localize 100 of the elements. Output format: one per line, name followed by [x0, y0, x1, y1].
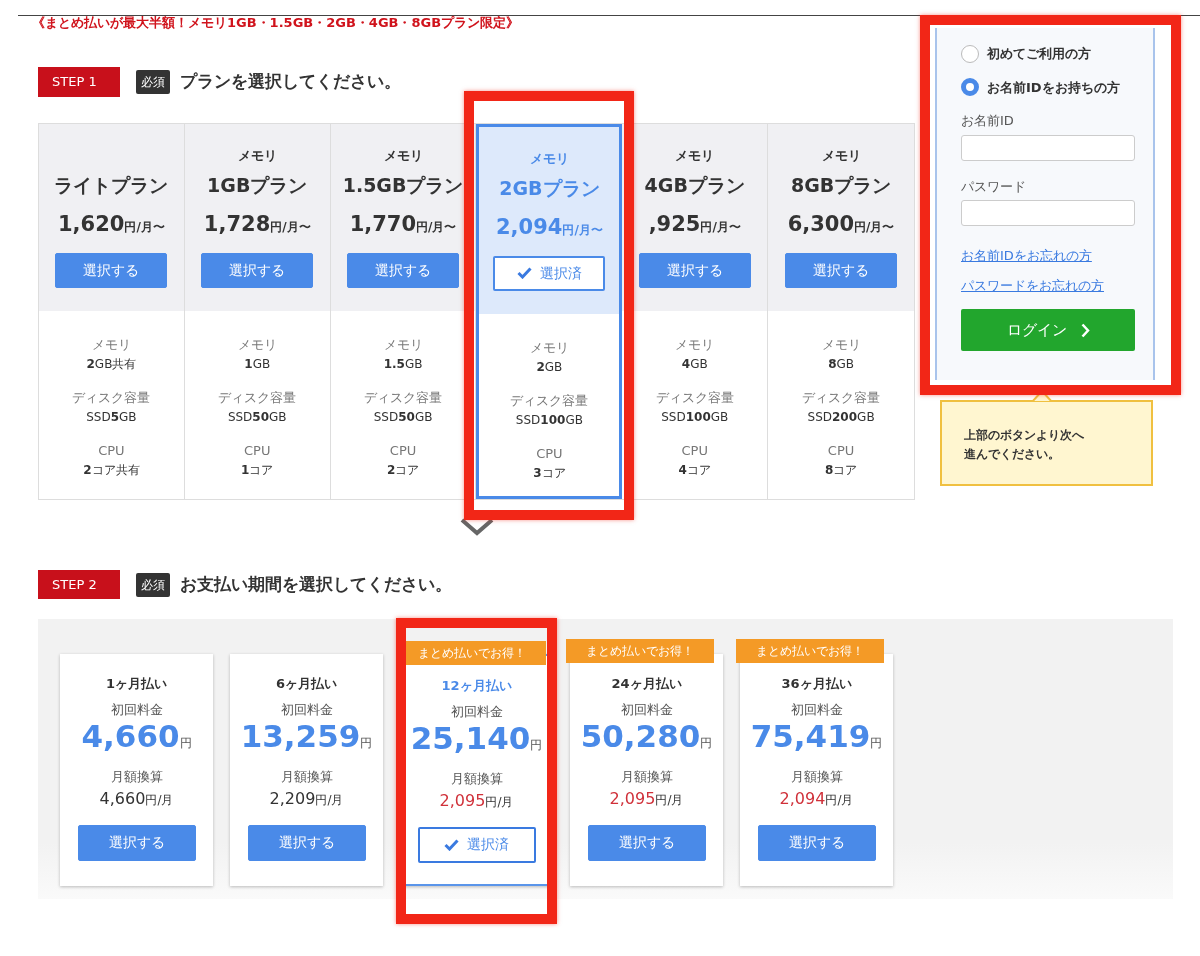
plan-name: 4GBプラン — [643, 172, 746, 198]
spec-label: メモリ — [236, 335, 278, 354]
hint-text: 進んでください。 — [964, 446, 1061, 464]
spec-label: メモリ — [528, 338, 570, 357]
discount-tag: まとめ払いでお得！ — [736, 639, 884, 664]
price-label: 月額換算 — [789, 768, 844, 787]
monthly-price: 2,095円/月 — [438, 789, 515, 812]
spec-value: 4コア — [677, 461, 712, 479]
price-label: 初回料金 — [789, 700, 844, 719]
period-name: 36ヶ月払い — [780, 675, 853, 694]
plan-price: 1,770円/月〜 — [348, 211, 458, 239]
select-button[interactable]: 選択する — [77, 824, 196, 861]
plan-kicker: メモリ — [236, 146, 278, 165]
discount-tag: まとめ払いでお得！ — [566, 639, 714, 664]
spec-label: CPU — [243, 441, 272, 460]
price-label: 初回料金 — [619, 700, 674, 719]
select-button[interactable]: 選択する — [247, 824, 366, 861]
price-label: 月額換算 — [449, 770, 504, 789]
period-name: 12ヶ月払い — [440, 677, 513, 696]
spec-value: SSD100GB — [660, 408, 730, 426]
spec-label: ディスク容量 — [509, 391, 590, 410]
period-name: 6ヶ月払い — [274, 675, 338, 694]
spec-value: SSD200GB — [806, 408, 876, 426]
input-field[interactable] — [961, 200, 1135, 226]
spec-label: CPU — [388, 441, 418, 460]
select-button[interactable]: 選択する — [785, 252, 898, 288]
spec-label: CPU — [97, 441, 126, 460]
price-label: 月額換算 — [279, 768, 334, 787]
monthly-price: 4,660円/月 — [98, 787, 175, 810]
selected-button[interactable]: 選択済 — [417, 826, 536, 863]
spec-value: SSD50GB — [226, 408, 288, 426]
step-label: STEP 2 — [38, 569, 120, 600]
spec-value: 8GB — [827, 355, 855, 373]
initial-price: 25,140円 — [409, 721, 544, 756]
spec-value: 3コア — [532, 464, 567, 482]
required-tag: 必須 — [136, 572, 170, 597]
monthly-price: 2,209円/月 — [268, 787, 345, 810]
plan-price: ,925円/月〜 — [647, 211, 742, 239]
initial-price: 75,419円 — [749, 719, 884, 754]
check-icon — [516, 267, 532, 280]
price-label: 月額換算 — [619, 768, 674, 787]
chevron-right-icon — [1080, 322, 1090, 338]
check-icon — [444, 838, 459, 851]
step-label: STEP 1 — [38, 67, 120, 97]
spec-value: 8コア — [823, 461, 859, 479]
field-label: パスワード — [961, 177, 1027, 196]
plan-price: 6,300円/月〜 — [786, 211, 896, 239]
selected-button[interactable]: 選択済 — [493, 255, 606, 291]
period-name: 24ヶ月払い — [610, 675, 683, 694]
field-label: お名前ID — [961, 112, 1015, 130]
spec-value: 1コア — [240, 461, 275, 479]
required-tag: 必須 — [136, 70, 170, 95]
plan-price: 2,094円/月〜 — [495, 214, 604, 242]
spec-label: メモリ — [820, 335, 862, 354]
period-name: 1ヶ月払い — [104, 675, 168, 694]
forgot-link[interactable]: お名前IDをお忘れの方 — [961, 246, 1133, 266]
chevron-down-icon — [459, 517, 494, 536]
plan-kicker: メモリ — [382, 146, 424, 165]
section-heading: プランを選択してください。 — [180, 70, 401, 94]
spec-label: メモリ — [674, 335, 716, 354]
spec-value: SSD100GB — [514, 411, 584, 429]
spec-label: ディスク容量 — [363, 388, 444, 407]
spec-label: ディスク容量 — [801, 388, 882, 407]
plan-price: 1,728円/月〜 — [202, 211, 312, 239]
select-button[interactable]: 選択する — [347, 252, 460, 288]
promo-text: 《まとめ払いが最大半額！メモリ1GB・1.5GB・2GB・4GB・8GBプラン限定》 — [32, 16, 521, 31]
input-field[interactable] — [961, 134, 1135, 161]
initial-price: 4,660 円 — [80, 719, 193, 754]
spec-label: メモリ — [382, 335, 424, 354]
radio-button[interactable] — [961, 78, 979, 97]
forgot-link[interactable]: パスワードをお忘れの方 — [961, 275, 1133, 295]
hint-text: 上部のボタンより次へ — [964, 427, 1085, 444]
monthly-price: 2,095円/月 — [608, 787, 685, 810]
radio-button[interactable] — [961, 44, 979, 63]
spec-value: 2GB共有 — [85, 355, 138, 373]
select-button[interactable]: 選択する — [757, 824, 876, 861]
select-button[interactable]: 選択する — [638, 252, 751, 288]
plan-name: 1GBプラン — [206, 172, 309, 198]
plan-name: ライトプラン — [53, 172, 170, 198]
spec-label: CPU — [680, 441, 709, 460]
select-button[interactable]: 選択する — [201, 252, 314, 288]
select-button[interactable]: 選択する — [587, 824, 706, 861]
spec-value: 1.5GB — [382, 355, 424, 373]
spec-value: 2GB — [535, 358, 564, 376]
login-button[interactable]: ログイン — [961, 309, 1135, 351]
plan-name: 1.5GBプラン — [341, 172, 465, 198]
initial-price: 50,280円 — [579, 719, 714, 754]
radio-label: 初めてご利用の方 — [987, 45, 1091, 63]
select-button[interactable]: 選択する — [55, 252, 168, 288]
initial-price: 13,259円 — [239, 719, 374, 754]
plan-price: 1,620円/月〜 — [57, 211, 166, 239]
spec-label: ディスク容量 — [217, 388, 298, 407]
spec-value: 2コア共有 — [82, 461, 141, 479]
radio-label: お名前IDをお持ちの方 — [987, 78, 1120, 97]
plan-name: 2GBプラン — [498, 175, 601, 201]
spec-label: CPU — [535, 444, 564, 463]
price-label: 初回料金 — [109, 700, 164, 719]
spec-label: CPU — [826, 441, 856, 460]
spec-value: SSD50GB — [372, 408, 434, 426]
spec-value: 1GB — [243, 355, 272, 373]
